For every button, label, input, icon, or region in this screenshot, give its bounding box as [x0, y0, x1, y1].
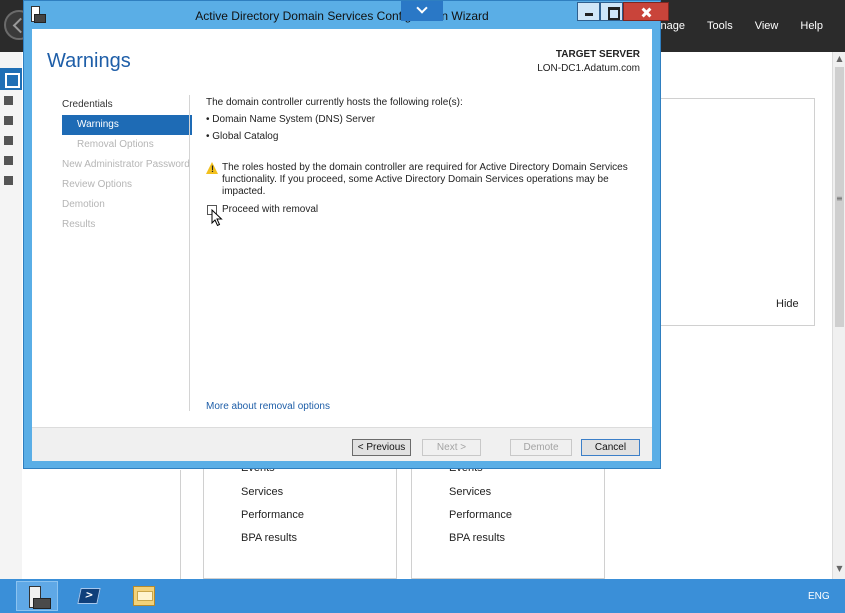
language-indicator[interactable]: ENG [808, 591, 830, 602]
wizard-title: Active Directory Domain Services Configu… [195, 9, 489, 23]
adds-configuration-wizard: Active Directory Domain Services Configu… [23, 0, 669, 469]
menu-help[interactable]: Help [789, 20, 845, 32]
maximize-button[interactable] [600, 2, 623, 21]
cancel-button[interactable]: Cancel [581, 439, 640, 456]
nav-divider [189, 95, 190, 411]
step-review-options: Review Options [62, 179, 133, 190]
target-server-name: LON-DC1.Adatum.com [537, 63, 640, 74]
step-demotion: Demotion [62, 199, 105, 210]
demote-button[interactable]: Demote [510, 439, 572, 456]
scroll-down-icon[interactable]: ▼ [833, 564, 845, 573]
step-removal-options: Removal Options [77, 139, 154, 150]
warning-icon [206, 162, 219, 174]
taskbar-server-manager-button[interactable] [16, 581, 58, 611]
hide-link[interactable]: Hide [776, 298, 799, 310]
scroll-grip-icon: ≡ [836, 194, 843, 203]
file-services-icon[interactable] [4, 176, 13, 185]
dashboard-icon[interactable] [0, 68, 22, 90]
wizard-titlebar[interactable]: Active Directory Domain Services Configu… [24, 1, 669, 29]
wizard-steps-nav: Credentials Warnings Removal Options New… [62, 95, 192, 235]
welcome-panel [655, 98, 815, 326]
powershell-icon: > [77, 588, 101, 604]
server-manager-icon [27, 586, 51, 609]
more-about-removal-options-link[interactable]: More about removal options [206, 401, 330, 412]
minimize-button[interactable] [577, 2, 600, 21]
taskbar-powershell-button[interactable]: > [68, 581, 110, 611]
next-button[interactable]: Next > [422, 439, 481, 456]
chevron-down-icon[interactable] [401, 1, 443, 21]
step-credentials[interactable]: Credentials [62, 95, 192, 115]
ad-ds-icon[interactable] [4, 136, 13, 145]
tile-services-link[interactable]: Services [449, 486, 491, 498]
role-tile: Events Services Performance BPA results [203, 458, 397, 579]
all-servers-icon[interactable] [4, 116, 13, 125]
menu-view[interactable]: View [744, 20, 790, 32]
server-manager-left-nav [0, 52, 22, 579]
role-item: • Domain Name System (DNS) Server [206, 114, 376, 125]
column-divider [180, 470, 181, 579]
wizard-body: Warnings TARGET SERVER LON-DC1.Adatum.co… [32, 29, 652, 461]
tile-performance-link[interactable]: Performance [449, 509, 512, 521]
menu-tools[interactable]: Tools [696, 20, 744, 32]
warning-message: The roles hosted by the domain controlle… [222, 162, 628, 197]
role-item: • Global Catalog [206, 131, 279, 142]
dns-icon[interactable] [4, 156, 13, 165]
target-server-label: TARGET SERVER [555, 49, 640, 60]
tile-bpa-link[interactable]: BPA results [241, 532, 297, 544]
proceed-with-removal-label[interactable]: Proceed with removal [222, 204, 318, 215]
local-server-icon[interactable] [4, 96, 13, 105]
role-tile: Events Services Performance BPA results [411, 458, 605, 579]
tile-bpa-link[interactable]: BPA results [449, 532, 505, 544]
previous-button[interactable]: < Previous [352, 439, 411, 456]
wizard-footer: < Previous Next > Demote Cancel [32, 427, 652, 461]
tile-services-link[interactable]: Services [241, 486, 283, 498]
step-new-admin-password: New Administrator Password [62, 159, 190, 170]
step-warnings[interactable]: Warnings [62, 115, 192, 135]
vertical-scrollbar[interactable]: ▲ ≡ ▼ [832, 52, 845, 579]
tile-performance-link[interactable]: Performance [241, 509, 304, 521]
page-title: Warnings [47, 50, 131, 72]
scroll-up-icon[interactable]: ▲ [833, 54, 845, 63]
roles-intro-text: The domain controller currently hosts th… [206, 97, 463, 108]
folder-icon [133, 586, 155, 606]
close-button[interactable] [623, 2, 669, 21]
taskbar-file-explorer-button[interactable] [122, 581, 164, 611]
taskbar: > [0, 579, 845, 613]
step-results: Results [62, 219, 96, 230]
